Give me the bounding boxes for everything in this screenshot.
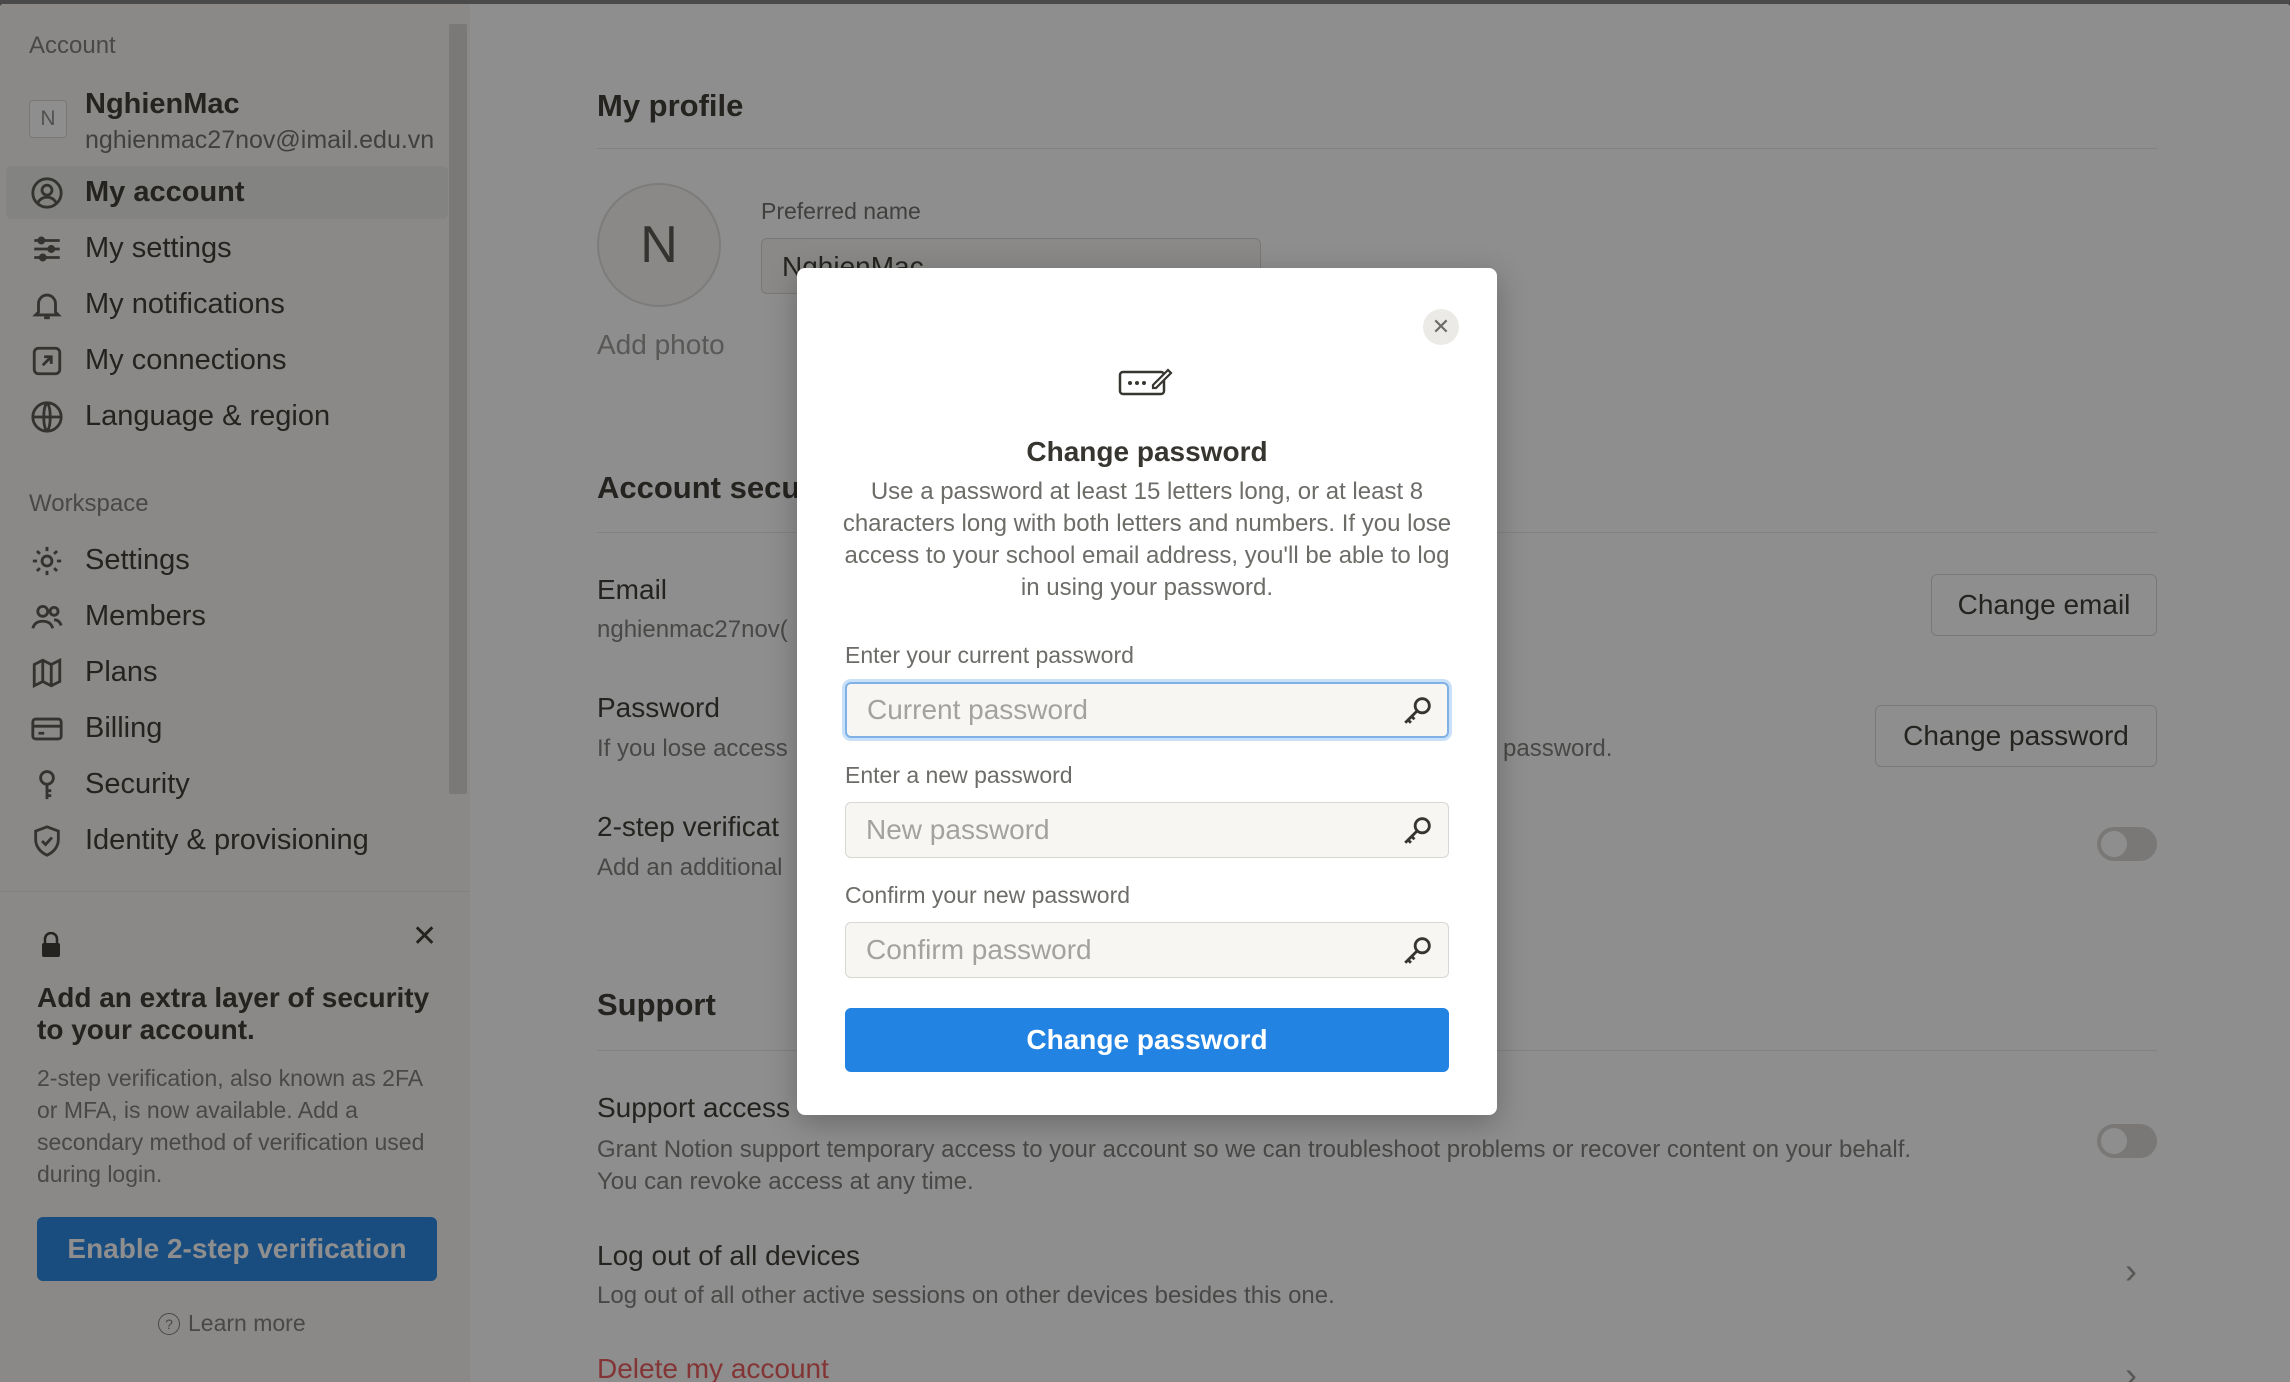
dialog-description: Use a password at least 15 letters long,…: [842, 478, 1452, 601]
dialog-title: Change password: [1026, 436, 1268, 467]
key-icon[interactable]: [1401, 813, 1435, 847]
new-password-input[interactable]: [845, 802, 1449, 858]
current-password-input[interactable]: [845, 682, 1449, 738]
password-pencil-icon: [1118, 368, 1173, 396]
change-password-dialog: ✕ Change password Use a password at leas…: [797, 268, 1497, 1115]
confirm-password-input[interactable]: [845, 922, 1449, 978]
change-password-submit-button[interactable]: Change password: [845, 1008, 1449, 1072]
key-icon[interactable]: [1401, 693, 1435, 727]
key-icon[interactable]: [1401, 933, 1435, 967]
close-icon[interactable]: ✕: [1423, 309, 1459, 345]
new-password-label: Enter a new password: [845, 762, 1073, 788]
confirm-password-label: Confirm your new password: [845, 882, 1131, 908]
current-password-label: Enter your current password: [845, 642, 1134, 668]
settings-window: Account N NghienMac nghienmac27nov@imail…: [0, 4, 2290, 1382]
